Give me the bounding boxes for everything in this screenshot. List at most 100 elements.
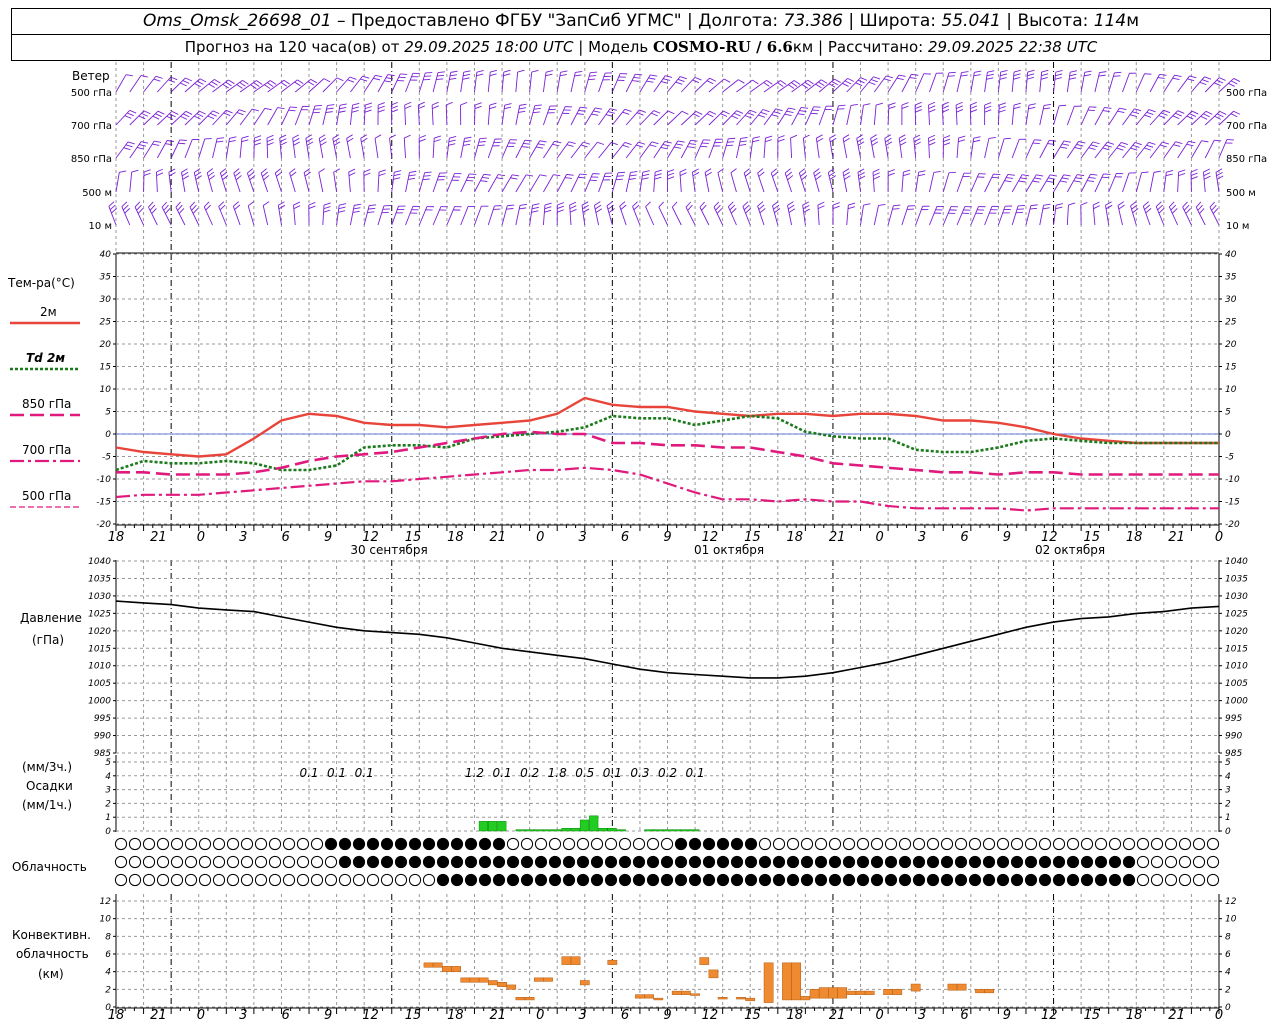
wind-barb-flag <box>873 175 881 180</box>
wind-barb-shaft <box>584 173 594 193</box>
wind-barb-flag <box>338 110 346 113</box>
wind-barb-flag <box>375 74 383 78</box>
legend-850: 850 гПа <box>22 397 71 411</box>
wind-barb-shaft <box>694 77 710 93</box>
cloud-cover-circle <box>1192 855 1206 869</box>
wind-barb-shaft <box>846 77 861 93</box>
ytick-label-left-conv: 6 <box>105 950 111 960</box>
wind-barb-shaft <box>232 206 241 226</box>
wind-barb-flag <box>207 115 215 120</box>
wind-barb-shaft <box>619 205 627 226</box>
wind-barb-flag <box>269 80 277 85</box>
wind-barb-shaft <box>542 205 546 226</box>
cloud-cover-circle <box>436 837 450 851</box>
cloud-cover-circle <box>1010 873 1024 887</box>
wind-barb-flag <box>136 204 142 211</box>
cloud-cover-circle <box>982 837 996 851</box>
wind-barb-flag <box>1228 82 1235 87</box>
wind-barb-flag <box>1093 205 1100 210</box>
convective-bar <box>681 990 691 995</box>
wind-barb-flag <box>1116 147 1124 151</box>
wind-barb-flag <box>595 107 603 110</box>
cloud-cover-circle <box>408 873 422 887</box>
convective-bar <box>432 962 443 968</box>
wind-barb-flag <box>728 137 736 140</box>
ytick-label-right-temp: -5 <box>1225 453 1234 463</box>
xtick-label-1: 18 <box>786 1008 803 1023</box>
wind-barb-flag <box>460 102 468 106</box>
wind-barb-flag <box>635 73 643 76</box>
wind-barb-flag <box>363 172 371 177</box>
wind-barb-flag <box>752 79 759 85</box>
wind-barb-flag <box>765 135 773 139</box>
xtick-label-1: 3 <box>918 1008 926 1023</box>
wind-barb-flag <box>984 102 992 106</box>
wind-barb-flag <box>474 105 482 110</box>
wind-barb-flag <box>1185 208 1191 214</box>
wind-barb-flag <box>263 175 270 181</box>
wind-barb-flag <box>220 168 227 174</box>
wind-barb-flag <box>1157 77 1165 79</box>
wind-barb-flag <box>857 141 865 146</box>
wind-barb-flag <box>677 78 685 82</box>
wind-barb-flag <box>775 108 783 112</box>
wind-barb-shaft <box>418 72 426 93</box>
wind-barb-flag <box>1041 73 1049 77</box>
wind-barb-flag <box>1013 73 1021 77</box>
cloud-cover-circle <box>856 837 870 851</box>
wind-barb-flag <box>236 84 243 89</box>
wind-barb-flag <box>744 171 752 177</box>
wind-barb-shaft <box>1066 174 1078 193</box>
wind-barb-shaft <box>735 138 742 159</box>
wind-barb-flag <box>1061 143 1070 146</box>
wind-barb-shaft <box>606 205 613 226</box>
cloud-cover-circle <box>338 837 352 851</box>
wind-barb-flag <box>685 201 692 208</box>
wind-barb-flag <box>1190 176 1198 180</box>
cloud-cover-circle <box>674 855 688 869</box>
wind-barb-shaft <box>1142 206 1151 226</box>
convective-bar <box>533 977 544 982</box>
cloud-cover-circle <box>618 855 632 869</box>
wind-barb-flag <box>680 76 687 80</box>
wind-barb-flag <box>129 109 137 114</box>
wind-barb-shaft <box>129 75 142 93</box>
wind-barb-flag <box>948 171 956 174</box>
ytick-label-right-conv: 8 <box>1225 932 1231 942</box>
wind-barb-flag <box>304 171 311 177</box>
cloud-cover-circle <box>268 855 282 869</box>
wind-barb-flag <box>191 204 197 211</box>
wind-barb-flag <box>687 146 695 149</box>
wind-barb-flag <box>608 208 615 214</box>
wind-barb-flag <box>391 101 398 106</box>
cloud-cover-circle <box>632 873 646 887</box>
precip-title: Осадки <box>26 779 73 793</box>
wind-barb-shaft <box>1135 109 1150 126</box>
cloud-cover-circle <box>814 873 828 887</box>
wind-barb-flag <box>206 168 214 174</box>
wind-barb-flag <box>653 110 661 114</box>
cloud-cover-circle <box>520 855 534 869</box>
cloud-cover-circle <box>744 873 758 887</box>
xtick-label-1: 21 <box>490 1008 507 1023</box>
wind-barb-shaft <box>1163 74 1175 93</box>
wind-barb-flag <box>363 168 371 173</box>
wind-barb-flag <box>773 111 781 114</box>
cloud-cover-circle <box>604 837 618 851</box>
cloud-cover-circle <box>828 855 842 869</box>
cloud-cover-circle <box>380 855 394 869</box>
xtick-label-0: 6 <box>621 530 629 545</box>
wind-barb-flag <box>650 74 658 77</box>
cloud-cover-circle <box>254 837 268 851</box>
precip-bar <box>690 829 700 832</box>
wind-barb-flag <box>1013 102 1021 106</box>
wind-barb-flag <box>404 134 411 139</box>
wind-barb-shaft <box>570 107 581 126</box>
cloud-cover-circle <box>814 837 828 851</box>
wind-barb-shaft <box>1094 107 1105 126</box>
wind-barb-flag <box>151 208 157 214</box>
wind-barb-flag <box>766 80 773 85</box>
wind-barb-flag <box>1004 180 1012 183</box>
ytick-label-right-pressure: 1025 <box>1225 609 1248 619</box>
convective-bar <box>956 983 967 991</box>
